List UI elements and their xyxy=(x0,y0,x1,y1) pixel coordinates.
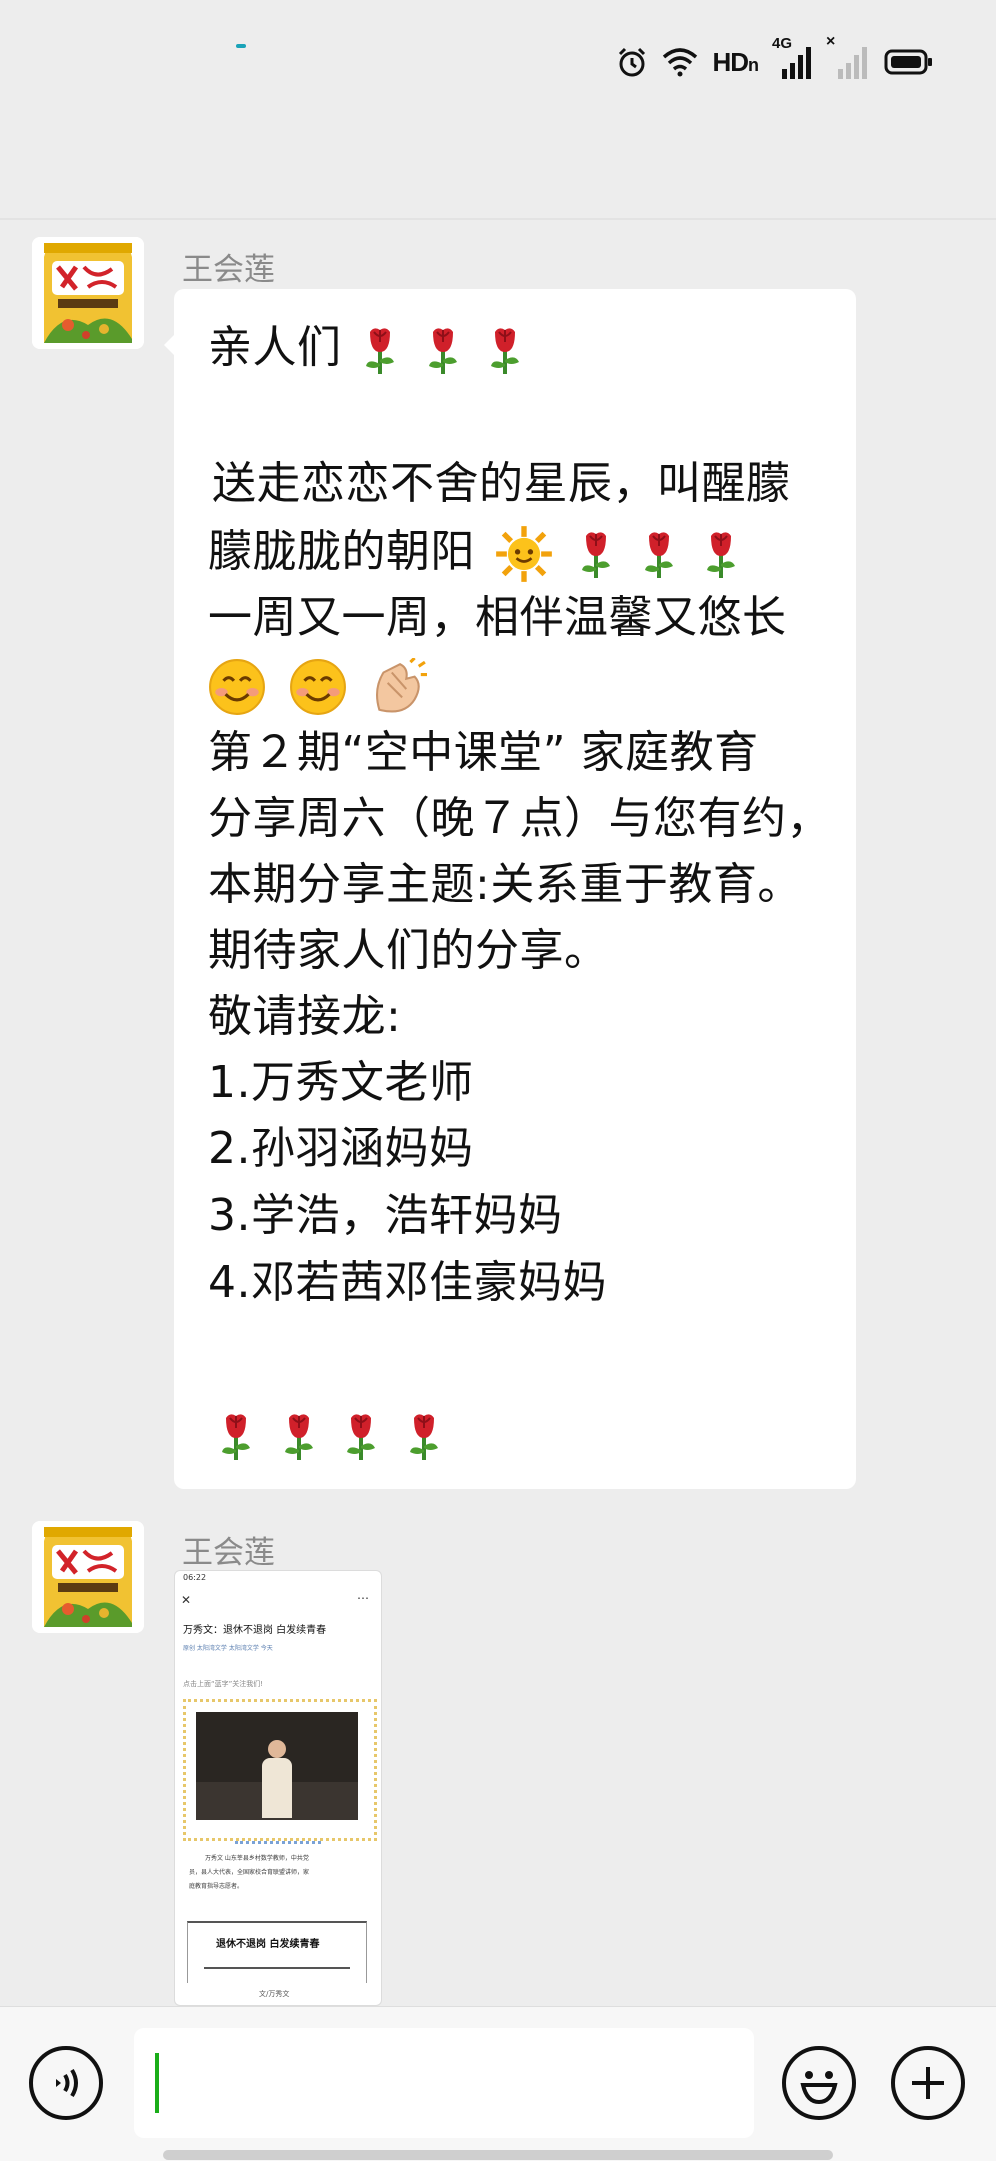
product-bag-icon xyxy=(32,237,144,349)
clapping-hands-emoji-icon xyxy=(375,658,427,714)
more-button[interactable] xyxy=(891,2046,965,2120)
message-line: 3.学浩，浩轩妈妈 xyxy=(208,1190,563,1241)
preview-caption: 万秀文 山东莘县乡村数学教师，中共党 xyxy=(205,1855,309,1862)
preview-byline: 文/万秀文 xyxy=(259,1990,290,1998)
rose-emoji-icon xyxy=(282,1412,315,1462)
rose-emoji-icon xyxy=(345,1412,377,1462)
message-line: 一周又一周，相伴温馨又悠长 xyxy=(208,592,787,643)
preview-heading: 退休不退岗 白发续青春 xyxy=(216,1939,320,1950)
preview-caption: 员，县人大代表，全国家校合育联盟讲师，家 xyxy=(189,1869,310,1876)
sender-name: 王会莲 xyxy=(182,1535,275,1571)
alarm-icon xyxy=(619,47,646,77)
message-line: 分享周六（晚７点）与您有约， xyxy=(208,793,831,844)
message-line: 1.万秀文老师 xyxy=(208,1057,474,1108)
preview-photo-frame xyxy=(183,1699,377,1841)
battery-icon xyxy=(884,49,932,75)
home-indicator[interactable] xyxy=(163,2150,833,2160)
message-line: 亲人们 xyxy=(208,318,529,378)
rose-emoji-icon xyxy=(642,530,675,580)
smiling-face-emoji-icon xyxy=(289,658,346,716)
wifi-icon xyxy=(663,48,698,77)
plus-icon xyxy=(912,2067,944,2099)
preview-heading-box: 退休不退岗 白发续青春 xyxy=(187,1921,367,1983)
message-line xyxy=(204,655,431,716)
preview-close-icon: ✕ xyxy=(181,1593,192,1607)
product-bag-icon xyxy=(32,1521,144,1633)
message-line: 期待家人们的分享。 xyxy=(208,925,609,976)
preview-photo xyxy=(196,1712,358,1820)
text-caret xyxy=(155,2053,159,2113)
signal-icon: 4G xyxy=(772,35,814,79)
message-line: 第２期“空中课堂” 家庭教育 xyxy=(208,727,759,778)
avatar[interactable] xyxy=(32,237,144,349)
sender-name: 王会莲 xyxy=(182,252,275,288)
rose-emoji-icon xyxy=(580,530,612,580)
voice-icon xyxy=(56,2068,78,2098)
preview-time: 06:22 xyxy=(183,1573,207,1582)
message-line: 朦胧胧的朝阳 xyxy=(208,522,745,582)
preview-rule xyxy=(204,1967,350,1969)
preview-meta: 原创 太阳湾文学 太阳湾文学 今天 xyxy=(183,1645,273,1652)
smiley-icon xyxy=(800,2071,838,2105)
rose-emoji-icon xyxy=(426,326,459,376)
rose-emoji-icon xyxy=(489,326,521,376)
preview-more-icon: ⋯ xyxy=(357,1591,369,1605)
message-line: 2.孙羽涵妈妈 xyxy=(208,1123,474,1174)
rose-emoji-icon xyxy=(220,1412,252,1462)
smiling-face-emoji-icon xyxy=(208,658,266,716)
image-message[interactable]: 06:22 ✕ ⋯ 万秀文：退休不退岗 白发续青春 原创 太阳湾文学 太阳湾文学… xyxy=(174,1570,382,2006)
network-hd-label: HDn xyxy=(712,46,759,77)
header-divider xyxy=(0,218,996,220)
signal-empty-icon: × xyxy=(826,33,870,79)
message-line: 本期分享主题:关系重于教育。 xyxy=(208,859,802,910)
preview-title: 万秀文：退休不退岗 白发续青春 xyxy=(183,1625,327,1636)
preview-follow-hint: 点击上面“蓝字”关注我们! xyxy=(183,1680,264,1688)
status-icons: HDn 4G × xyxy=(616,33,934,82)
rose-emoji-icon xyxy=(407,1412,440,1462)
preview-dots xyxy=(235,1841,321,1848)
rose-emoji-icon xyxy=(705,530,737,580)
message-input[interactable] xyxy=(134,2028,754,2138)
message-line: 敬请接龙: xyxy=(208,991,402,1042)
message-line: 4.邓若茜邓佳豪妈妈 xyxy=(208,1257,607,1308)
message-line: 送走恋恋不舍的星辰，叫醒朦 xyxy=(212,458,791,509)
emoji-button[interactable] xyxy=(782,2046,856,2120)
rose-emoji-icon xyxy=(364,326,396,376)
message-line xyxy=(212,1404,448,1464)
notification-dot xyxy=(236,44,246,48)
avatar[interactable] xyxy=(32,1521,144,1633)
voice-toggle-button[interactable] xyxy=(29,2046,103,2120)
preview-caption: 庭教育指导志愿者。 xyxy=(189,1883,244,1890)
sun-emoji-icon xyxy=(494,524,554,584)
status-bar: HDn 4G × xyxy=(0,0,996,120)
